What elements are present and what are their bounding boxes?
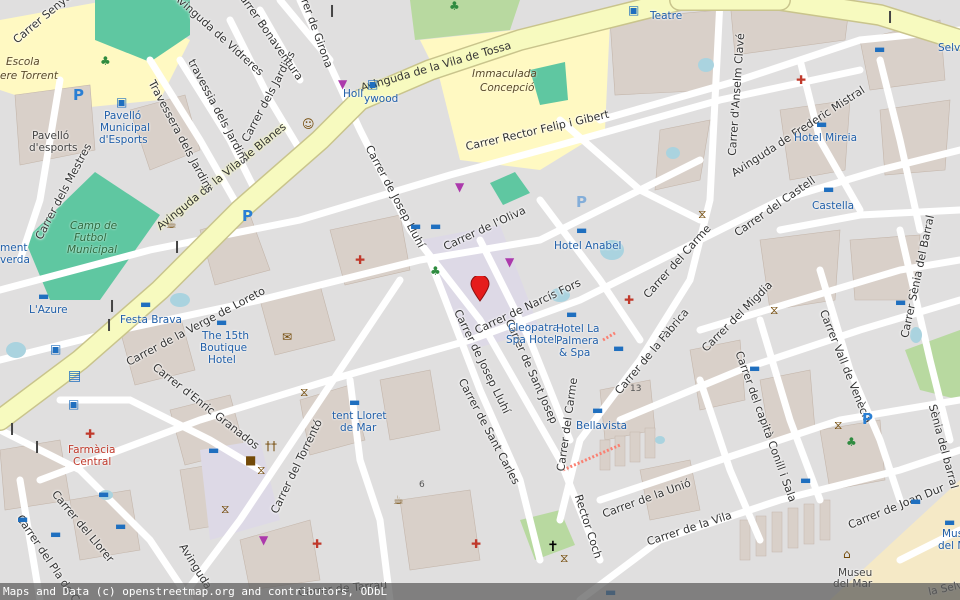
museum-icon[interactable]: ⌂	[843, 548, 851, 560]
hotel-icon[interactable]: ▬	[816, 118, 827, 130]
hourglass-icon[interactable]: ⧖	[221, 503, 229, 515]
parking-icon[interactable]: P	[73, 86, 84, 104]
hotel-icon[interactable]: ▬	[592, 404, 603, 416]
church-icon[interactable]: ✝	[547, 540, 559, 554]
shop-icon[interactable]: ▼	[455, 181, 464, 193]
hourglass-icon[interactable]: ⧖	[300, 386, 308, 398]
hotel-icon[interactable]: ▬	[410, 220, 421, 232]
parking-icon[interactable]: P	[862, 410, 873, 428]
bus-stop-icon[interactable]: ▣	[50, 343, 61, 355]
hotel-icon[interactable]: ▬	[874, 43, 885, 55]
map-canvas[interactable]: Avinguda de la Vila de Tossa Avinguda de…	[0, 0, 960, 600]
tree-icon[interactable]: ♣	[100, 55, 111, 67]
bus-stop-icon[interactable]: ▣	[116, 96, 127, 108]
cafe-icon[interactable]: ☕	[166, 218, 177, 230]
hotel-icon[interactable]: ▬	[98, 488, 109, 500]
bus-station-icon[interactable]: ▤	[68, 369, 81, 383]
hourglass-icon[interactable]: ⧖	[257, 464, 265, 476]
hourglass-icon[interactable]: ⧖	[698, 208, 706, 220]
hotel-icon[interactable]: ▬	[576, 224, 587, 236]
location-pin-icon[interactable]	[470, 276, 490, 302]
pharmacy-icon[interactable]: ✚	[624, 294, 634, 306]
hotel-icon[interactable]: ▬	[38, 290, 49, 302]
hourglass-icon[interactable]: ⧖	[834, 419, 842, 431]
pharmacy-icon[interactable]: ✚	[355, 254, 365, 266]
hotel-icon[interactable]: ▬	[216, 316, 227, 328]
hotel-icon[interactable]: ▬	[800, 474, 811, 486]
traffic-signal-icon: ❙	[7, 421, 18, 435]
cafe-icon[interactable]: ☕	[393, 494, 404, 506]
hotel-icon[interactable]: ▬	[910, 495, 921, 507]
traffic-signal-icon: ❙	[172, 239, 183, 253]
hotel-icon[interactable]: ▬	[566, 308, 577, 320]
bus-stop-icon[interactable]: ▣	[68, 398, 79, 410]
traffic-signal-icon: ❙	[885, 9, 896, 23]
playground-icon[interactable]: ††	[265, 440, 277, 452]
post-office-icon[interactable]: ✉	[282, 331, 292, 343]
traffic-signal-icon: ❙	[104, 317, 115, 331]
pharmacy-icon[interactable]: ✚	[312, 538, 322, 550]
parking-icon[interactable]: P	[576, 193, 587, 211]
pharmacy-icon[interactable]: ✚	[796, 74, 806, 86]
pharmacy-icon[interactable]: ✚	[85, 428, 95, 440]
hotel-icon[interactable]: ▬	[140, 298, 151, 310]
tree-icon[interactable]: ♣	[449, 0, 460, 12]
traffic-signal-icon: ❙	[107, 298, 118, 312]
hotel-icon[interactable]: ▬	[823, 183, 834, 195]
hotel-icon[interactable]: ▬	[349, 396, 360, 408]
shop-icon[interactable]: ▼	[259, 534, 268, 546]
bus-stop-icon[interactable]: ▣	[628, 4, 639, 16]
hotel-icon[interactable]: ▬	[749, 362, 760, 374]
hotel-icon[interactable]: ▬	[115, 520, 126, 532]
traffic-signal-icon: ❙	[32, 439, 43, 453]
hotel-icon[interactable]: ▬	[50, 528, 61, 540]
hotel-icon[interactable]: ▬	[208, 444, 219, 456]
tree-icon[interactable]: ♣	[846, 436, 857, 448]
hourglass-icon[interactable]: ⧖	[560, 552, 568, 564]
hotel-icon[interactable]: ▬	[430, 220, 441, 232]
traffic-signal-icon: ❙	[327, 3, 338, 17]
pharmacy-icon[interactable]: ✚	[471, 538, 481, 550]
hotel-icon[interactable]: ▬	[613, 342, 624, 354]
parking-icon[interactable]: P	[242, 207, 253, 225]
tree-icon[interactable]: ♣	[430, 265, 441, 277]
hotel-icon[interactable]: ▬	[17, 513, 28, 525]
hourglass-icon[interactable]: ⧖	[770, 304, 778, 316]
bus-stop-icon[interactable]: ▣	[367, 78, 378, 90]
hotel-icon[interactable]: ▬	[944, 516, 955, 528]
theatre-icon[interactable]: ☺	[302, 118, 315, 130]
map-attribution: Maps and Data (c) openstreetmap.org and …	[0, 583, 960, 600]
hotel-icon[interactable]: ▬	[895, 296, 906, 308]
shop-icon[interactable]: ▼	[338, 78, 347, 90]
library-icon[interactable]: ■	[245, 454, 256, 466]
shop-icon[interactable]: ▼	[505, 256, 514, 268]
